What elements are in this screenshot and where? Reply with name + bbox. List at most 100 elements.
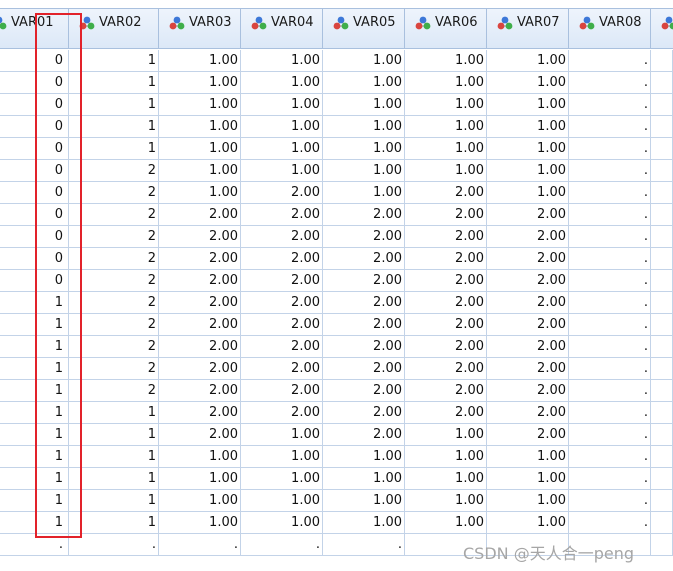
table-cell-partial[interactable] — [651, 50, 673, 72]
table-cell-var06[interactable]: 2.00 — [405, 204, 487, 226]
table-cell-var04[interactable]: 2.00 — [241, 204, 323, 226]
table-cell-var08[interactable]: . — [569, 72, 651, 94]
table-cell-var06[interactable]: 1.00 — [405, 50, 487, 72]
table-cell-partial[interactable] — [651, 336, 673, 358]
table-cell-var05[interactable]: 2.00 — [323, 380, 405, 402]
table-cell-var04[interactable]: 2.00 — [241, 182, 323, 204]
table-cell-var04[interactable]: 1.00 — [241, 160, 323, 182]
table-cell-partial[interactable] — [651, 248, 673, 270]
table-cell-partial[interactable] — [651, 182, 673, 204]
table-cell-var07[interactable]: 2.00 — [487, 336, 569, 358]
table-cell-var04[interactable]: 1.00 — [241, 490, 323, 512]
table-cell-var03[interactable]: 2.00 — [159, 424, 241, 446]
table-cell-partial[interactable] — [651, 204, 673, 226]
table-cell-var01[interactable]: 0 — [0, 94, 69, 116]
table-cell-var08[interactable]: . — [569, 204, 651, 226]
table-cell-partial[interactable] — [651, 402, 673, 424]
table-cell-var01[interactable]: 1 — [0, 490, 69, 512]
table-cell-var01[interactable]: 0 — [0, 116, 69, 138]
table-cell-var01[interactable]: 1 — [0, 292, 69, 314]
table-cell-var08[interactable]: . — [569, 138, 651, 160]
table-cell-var03[interactable]: 1.00 — [159, 72, 241, 94]
table-cell-var05[interactable]: 2.00 — [323, 402, 405, 424]
table-cell-var01[interactable]: 0 — [0, 270, 69, 292]
table-cell-var01[interactable]: 1 — [0, 512, 69, 534]
table-cell-var08[interactable]: . — [569, 336, 651, 358]
table-cell-var01[interactable]: 0 — [0, 182, 69, 204]
table-cell-var08[interactable]: . — [569, 116, 651, 138]
table-cell-var04[interactable]: 1.00 — [241, 512, 323, 534]
table-cell-var06[interactable]: 2.00 — [405, 226, 487, 248]
table-cell-var04[interactable]: 2.00 — [241, 358, 323, 380]
table-cell-partial[interactable] — [651, 226, 673, 248]
table-cell-var08[interactable]: . — [569, 424, 651, 446]
table-cell-var01[interactable]: 1 — [0, 314, 69, 336]
table-cell-var03[interactable]: 2.00 — [159, 402, 241, 424]
table-cell-var05[interactable]: 2.00 — [323, 204, 405, 226]
table-cell-var06[interactable]: 1.00 — [405, 490, 487, 512]
table-cell-var01[interactable]: 1 — [0, 446, 69, 468]
table-cell-var05[interactable]: 2.00 — [323, 248, 405, 270]
table-cell-var05[interactable]: 1.00 — [323, 116, 405, 138]
table-cell-var03[interactable]: 2.00 — [159, 380, 241, 402]
table-cell-var07[interactable]: 2.00 — [487, 380, 569, 402]
table-cell-var01[interactable]: 1 — [0, 424, 69, 446]
table-cell-var02[interactable]: 1 — [69, 402, 159, 424]
table-cell-var03[interactable]: 1.00 — [159, 490, 241, 512]
table-cell-var08[interactable]: . — [569, 50, 651, 72]
table-cell-var03[interactable]: 2.00 — [159, 270, 241, 292]
table-cell-var08[interactable]: . — [569, 270, 651, 292]
table-cell-var06[interactable]: 1.00 — [405, 446, 487, 468]
table-cell-var03[interactable]: 1.00 — [159, 50, 241, 72]
table-cell-var01[interactable]: 1 — [0, 380, 69, 402]
table-cell-var03[interactable]: 1.00 — [159, 138, 241, 160]
table-cell-var08[interactable]: . — [569, 446, 651, 468]
table-cell-var04[interactable]: 1.00 — [241, 50, 323, 72]
table-cell-var03[interactable]: 1.00 — [159, 160, 241, 182]
table-cell-partial[interactable] — [651, 424, 673, 446]
table-cell-var01[interactable]: 0 — [0, 72, 69, 94]
table-cell-var03[interactable]: 2.00 — [159, 248, 241, 270]
table-cell-partial[interactable] — [651, 490, 673, 512]
table-cell-var02[interactable]: 1 — [69, 116, 159, 138]
table-cell-var06[interactable]: 1.00 — [405, 160, 487, 182]
table-cell-var06[interactable]: 2.00 — [405, 248, 487, 270]
table-cell-var05[interactable]: 1.00 — [323, 490, 405, 512]
table-cell-var05[interactable]: 2.00 — [323, 270, 405, 292]
table-cell-var06[interactable]: 2.00 — [405, 292, 487, 314]
table-cell-var01[interactable]: 1 — [0, 468, 69, 490]
table-cell-var07[interactable]: 2.00 — [487, 226, 569, 248]
table-cell-var01[interactable]: . — [0, 534, 69, 556]
table-cell-var04[interactable]: 2.00 — [241, 270, 323, 292]
table-cell-var02[interactable]: 2 — [69, 248, 159, 270]
table-cell-partial[interactable] — [651, 534, 673, 556]
table-cell-var03[interactable]: 1.00 — [159, 116, 241, 138]
column-header-partial[interactable] — [651, 8, 673, 49]
table-cell-partial[interactable] — [651, 94, 673, 116]
column-header-var05[interactable]: VAR05 — [323, 8, 405, 49]
table-cell-var04[interactable]: 1.00 — [241, 424, 323, 446]
table-cell-var08[interactable]: . — [569, 94, 651, 116]
table-cell-var07[interactable]: 2.00 — [487, 292, 569, 314]
table-cell-var08[interactable]: . — [569, 358, 651, 380]
table-cell-var01[interactable]: 0 — [0, 50, 69, 72]
table-cell-var04[interactable]: 2.00 — [241, 292, 323, 314]
table-cell-var05[interactable]: 2.00 — [323, 292, 405, 314]
table-cell-var07[interactable]: 2.00 — [487, 314, 569, 336]
column-header-var07[interactable]: VAR07 — [487, 8, 569, 49]
table-cell-var01[interactable]: 0 — [0, 226, 69, 248]
table-cell-var01[interactable]: 1 — [0, 358, 69, 380]
table-cell-var05[interactable]: 1.00 — [323, 160, 405, 182]
table-cell-var04[interactable]: 1.00 — [241, 94, 323, 116]
column-header-var04[interactable]: VAR04 — [241, 8, 323, 49]
table-cell-var04[interactable]: 1.00 — [241, 138, 323, 160]
table-cell-var05[interactable]: 1.00 — [323, 138, 405, 160]
table-cell-var01[interactable]: 0 — [0, 160, 69, 182]
table-cell-var06[interactable]: 2.00 — [405, 182, 487, 204]
column-header-var02[interactable]: VAR02 — [69, 8, 159, 49]
table-cell-var03[interactable]: 2.00 — [159, 358, 241, 380]
table-cell-var08[interactable]: . — [569, 380, 651, 402]
table-cell-var07[interactable]: 1.00 — [487, 182, 569, 204]
table-cell-var06[interactable]: 2.00 — [405, 314, 487, 336]
table-cell-var07[interactable]: 1.00 — [487, 50, 569, 72]
